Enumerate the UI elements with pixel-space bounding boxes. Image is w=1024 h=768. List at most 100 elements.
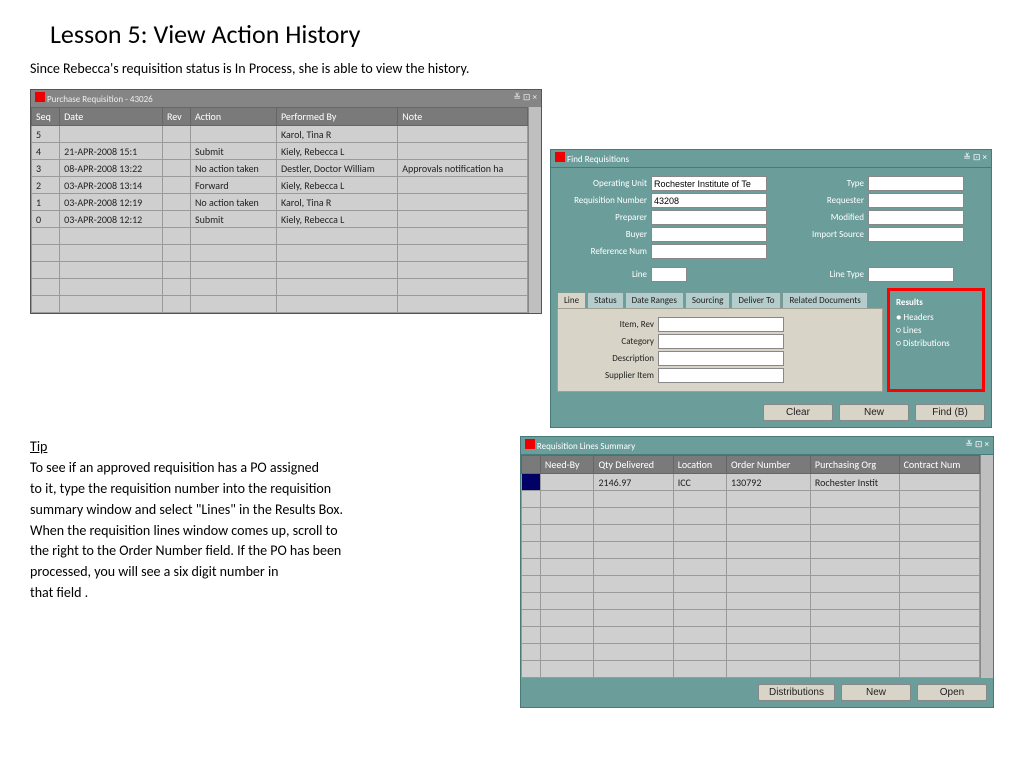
form-input[interactable] [658, 351, 784, 366]
form-input[interactable] [868, 193, 964, 208]
form-label: Description [564, 353, 658, 364]
oracle-icon [555, 152, 565, 162]
tabs: LineStatusDate RangesSourcingDeliver ToR… [557, 292, 883, 308]
table-row[interactable] [521, 627, 979, 644]
table-row[interactable] [32, 296, 528, 313]
window-controls[interactable]: ≚ ⊡ × [513, 92, 537, 105]
open-button[interactable]: Open [917, 684, 987, 701]
line-label: Line [557, 269, 651, 280]
table-row[interactable] [521, 559, 979, 576]
col-header: Qty Delivered [594, 456, 673, 474]
table-row[interactable] [32, 228, 528, 245]
tab[interactable]: Status [587, 292, 624, 308]
tab-panel: Item, Rev Category Description Supplier Ite… [557, 308, 883, 392]
table-row[interactable]: 2146.97ICC130792Rochester Instit [521, 474, 979, 491]
table-row[interactable]: 003-APR-2008 12:12SubmitKiely, Rebecca L [32, 211, 528, 228]
scrollbar[interactable] [528, 107, 541, 313]
tab[interactable]: Deliver To [731, 292, 781, 308]
form-input[interactable] [658, 317, 784, 332]
oracle-icon [525, 439, 535, 449]
summary-titlebar: Requisition Lines Summary ≚ ⊡ × [521, 437, 993, 455]
results-radio[interactable]: Headers [896, 312, 976, 323]
page-title: Lesson 5: View Action History [50, 18, 994, 50]
history-table: SeqDateRevActionPerformed ByNote 5Karol,… [31, 107, 528, 313]
summary-table: Need-ByQty DeliveredLocationOrder Number… [521, 455, 980, 678]
table-row[interactable] [521, 508, 979, 525]
form-label: Category [564, 336, 658, 347]
col-header: Order Number [726, 456, 810, 474]
findb-button[interactable]: Find (B) [915, 404, 985, 421]
find-titlebar: Find Requisitions ≚ ⊡ × [551, 150, 991, 168]
summary-window: Requisition Lines Summary ≚ ⊡ × Need-ByQ… [520, 436, 994, 708]
table-row[interactable] [32, 279, 528, 296]
find-window: Find Requisitions ≚ ⊡ × Operating UnitRe… [550, 149, 992, 428]
distributions-button[interactable]: Distributions [758, 684, 835, 701]
scrollbar[interactable] [980, 455, 993, 678]
table-row[interactable] [521, 542, 979, 559]
results-box: Results HeadersLinesDistributions [887, 288, 985, 392]
table-row[interactable] [521, 593, 979, 610]
table-row[interactable]: 103-APR-2008 12:19No action takenKarol, … [32, 194, 528, 211]
col-header: Contract Num [899, 456, 980, 474]
col-header: Need-By [540, 456, 594, 474]
table-row[interactable]: 421-APR-2008 15:1SubmitKiely, Rebecca L [32, 143, 528, 160]
table-row[interactable]: 308-APR-2008 13:22No action takenDestler… [32, 160, 528, 177]
form-input[interactable] [651, 193, 767, 208]
form-input[interactable] [868, 176, 964, 191]
linetype-input[interactable] [868, 267, 954, 282]
results-radio[interactable]: Distributions [896, 338, 976, 349]
tip-text: Tip To see if an approved requisition ha… [30, 436, 512, 605]
col-header: Performed By [276, 108, 397, 126]
new-button[interactable]: New [839, 404, 909, 421]
col-header: Note [398, 108, 528, 126]
results-radio[interactable]: Lines [896, 325, 976, 336]
table-row[interactable]: 203-APR-2008 13:14ForwardKiely, Rebecca … [32, 177, 528, 194]
linetype-label: Line Type [774, 269, 868, 280]
form-input[interactable] [651, 227, 767, 242]
form-input[interactable] [651, 210, 767, 225]
form-label: Item, Rev [564, 319, 658, 330]
form-label: Buyer [557, 229, 651, 240]
col-header: Seq [32, 108, 60, 126]
form-label: Requester [774, 195, 868, 206]
form-label: Modified [774, 212, 868, 223]
form-input[interactable] [868, 210, 964, 225]
table-row[interactable] [32, 262, 528, 279]
window-controls[interactable]: ≚ ⊡ × [963, 152, 987, 165]
col-header: Purchasing Org [810, 456, 899, 474]
table-row[interactable] [521, 644, 979, 661]
find-button-row: Clear New Find (B) [551, 398, 991, 427]
form-label: Preparer [557, 212, 651, 223]
form-input[interactable] [658, 368, 784, 383]
form-label: Import Source [774, 229, 868, 240]
clear-button[interactable]: Clear [763, 404, 833, 421]
tab[interactable]: Related Documents [782, 292, 867, 308]
line-input[interactable] [651, 267, 687, 282]
form-label: Type [774, 178, 868, 189]
form-input[interactable] [651, 176, 767, 191]
form-label: Requisition Number [557, 195, 651, 206]
tab[interactable]: Sourcing [685, 292, 730, 308]
intro-text: Since Rebecca's requisition status is In… [30, 60, 994, 77]
history-titlebar: Purchase Requisition - 43026 ≚ ⊡ × [31, 90, 541, 107]
col-header: Action [190, 108, 276, 126]
window-controls[interactable]: ≚ ⊡ × [965, 439, 989, 452]
col-header: Location [673, 456, 726, 474]
table-row[interactable] [521, 610, 979, 627]
form-input[interactable] [658, 334, 784, 349]
tab[interactable]: Date Ranges [625, 292, 684, 308]
table-row[interactable] [521, 491, 979, 508]
new-button[interactable]: New [841, 684, 911, 701]
form-label: Supplier Item [564, 370, 658, 381]
tab[interactable]: Line [557, 292, 586, 308]
col-header: Date [60, 108, 163, 126]
summary-button-row: Distributions New Open [521, 678, 993, 707]
table-row[interactable] [521, 525, 979, 542]
table-row[interactable] [32, 245, 528, 262]
col-header: Rev [162, 108, 190, 126]
table-row[interactable] [521, 576, 979, 593]
form-input[interactable] [651, 244, 767, 259]
form-input[interactable] [868, 227, 964, 242]
table-row[interactable]: 5Karol, Tina R [32, 126, 528, 143]
table-row[interactable] [521, 661, 979, 678]
